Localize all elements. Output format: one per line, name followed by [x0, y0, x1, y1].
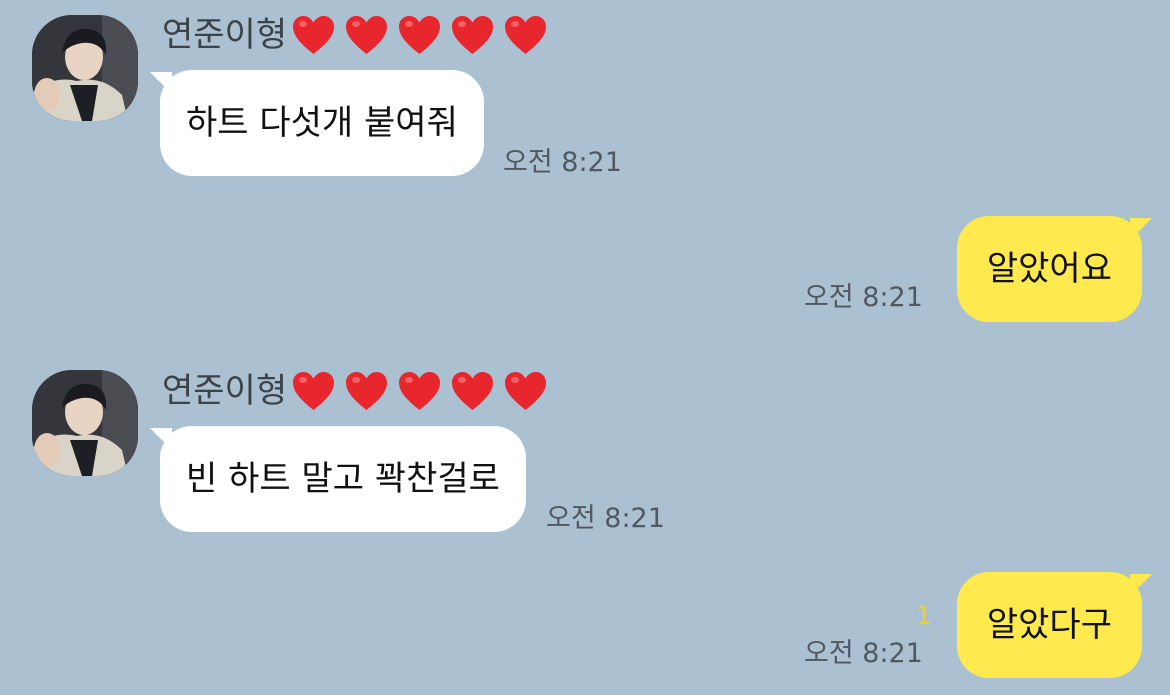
red-heart-icon: [291, 14, 336, 56]
message-text: 알았어요: [986, 249, 1112, 289]
red-heart-icon: [503, 370, 548, 412]
message-bubble-outgoing[interactable]: 알았어요: [956, 216, 1142, 322]
unread-count: 1: [916, 601, 932, 630]
sender-name: 연준이형: [162, 371, 288, 411]
message-time: 오전 8:21: [546, 503, 665, 534]
red-heart-icon: [291, 370, 336, 412]
message-time: 오전 8:21: [804, 282, 923, 313]
message-bubble-incoming[interactable]: 하트 다섯개 붙여줘: [160, 70, 484, 176]
bubble-tail: [1130, 218, 1152, 240]
red-heart-icon: [344, 14, 389, 56]
message-bubble-incoming[interactable]: 빈 하트 말고 꽉찬걸로: [160, 426, 526, 532]
avatar[interactable]: [32, 370, 138, 476]
message-text: 하트 다섯개 붙여줘: [186, 103, 458, 143]
message-time: 오전 8:21: [804, 638, 923, 669]
sender-name-row: 연준이형: [162, 370, 548, 412]
profile-photo: [32, 370, 138, 476]
red-heart-icon: [450, 370, 495, 412]
message-text: 알았다구: [986, 605, 1112, 645]
bubble-tail: [1130, 574, 1152, 596]
message-text: 빈 하트 말고 꽉찬걸로: [186, 459, 500, 499]
message-bubble-outgoing[interactable]: 알았다구: [956, 572, 1142, 678]
sender-name-row: 연준이형: [162, 14, 548, 56]
avatar[interactable]: [32, 15, 138, 121]
heart-emojis: [291, 14, 548, 56]
red-heart-icon: [397, 370, 442, 412]
red-heart-icon: [344, 370, 389, 412]
message-time: 오전 8:21: [503, 147, 622, 178]
red-heart-icon: [450, 14, 495, 56]
chat-room: 연준이형 하트 다섯개 붙여줘 오전 8:21 알았어요 오전 8:21 연준이…: [0, 0, 1170, 695]
sender-name: 연준이형: [162, 15, 288, 55]
red-heart-icon: [397, 14, 442, 56]
red-heart-icon: [503, 14, 548, 56]
heart-emojis: [291, 370, 548, 412]
profile-photo: [32, 15, 138, 121]
